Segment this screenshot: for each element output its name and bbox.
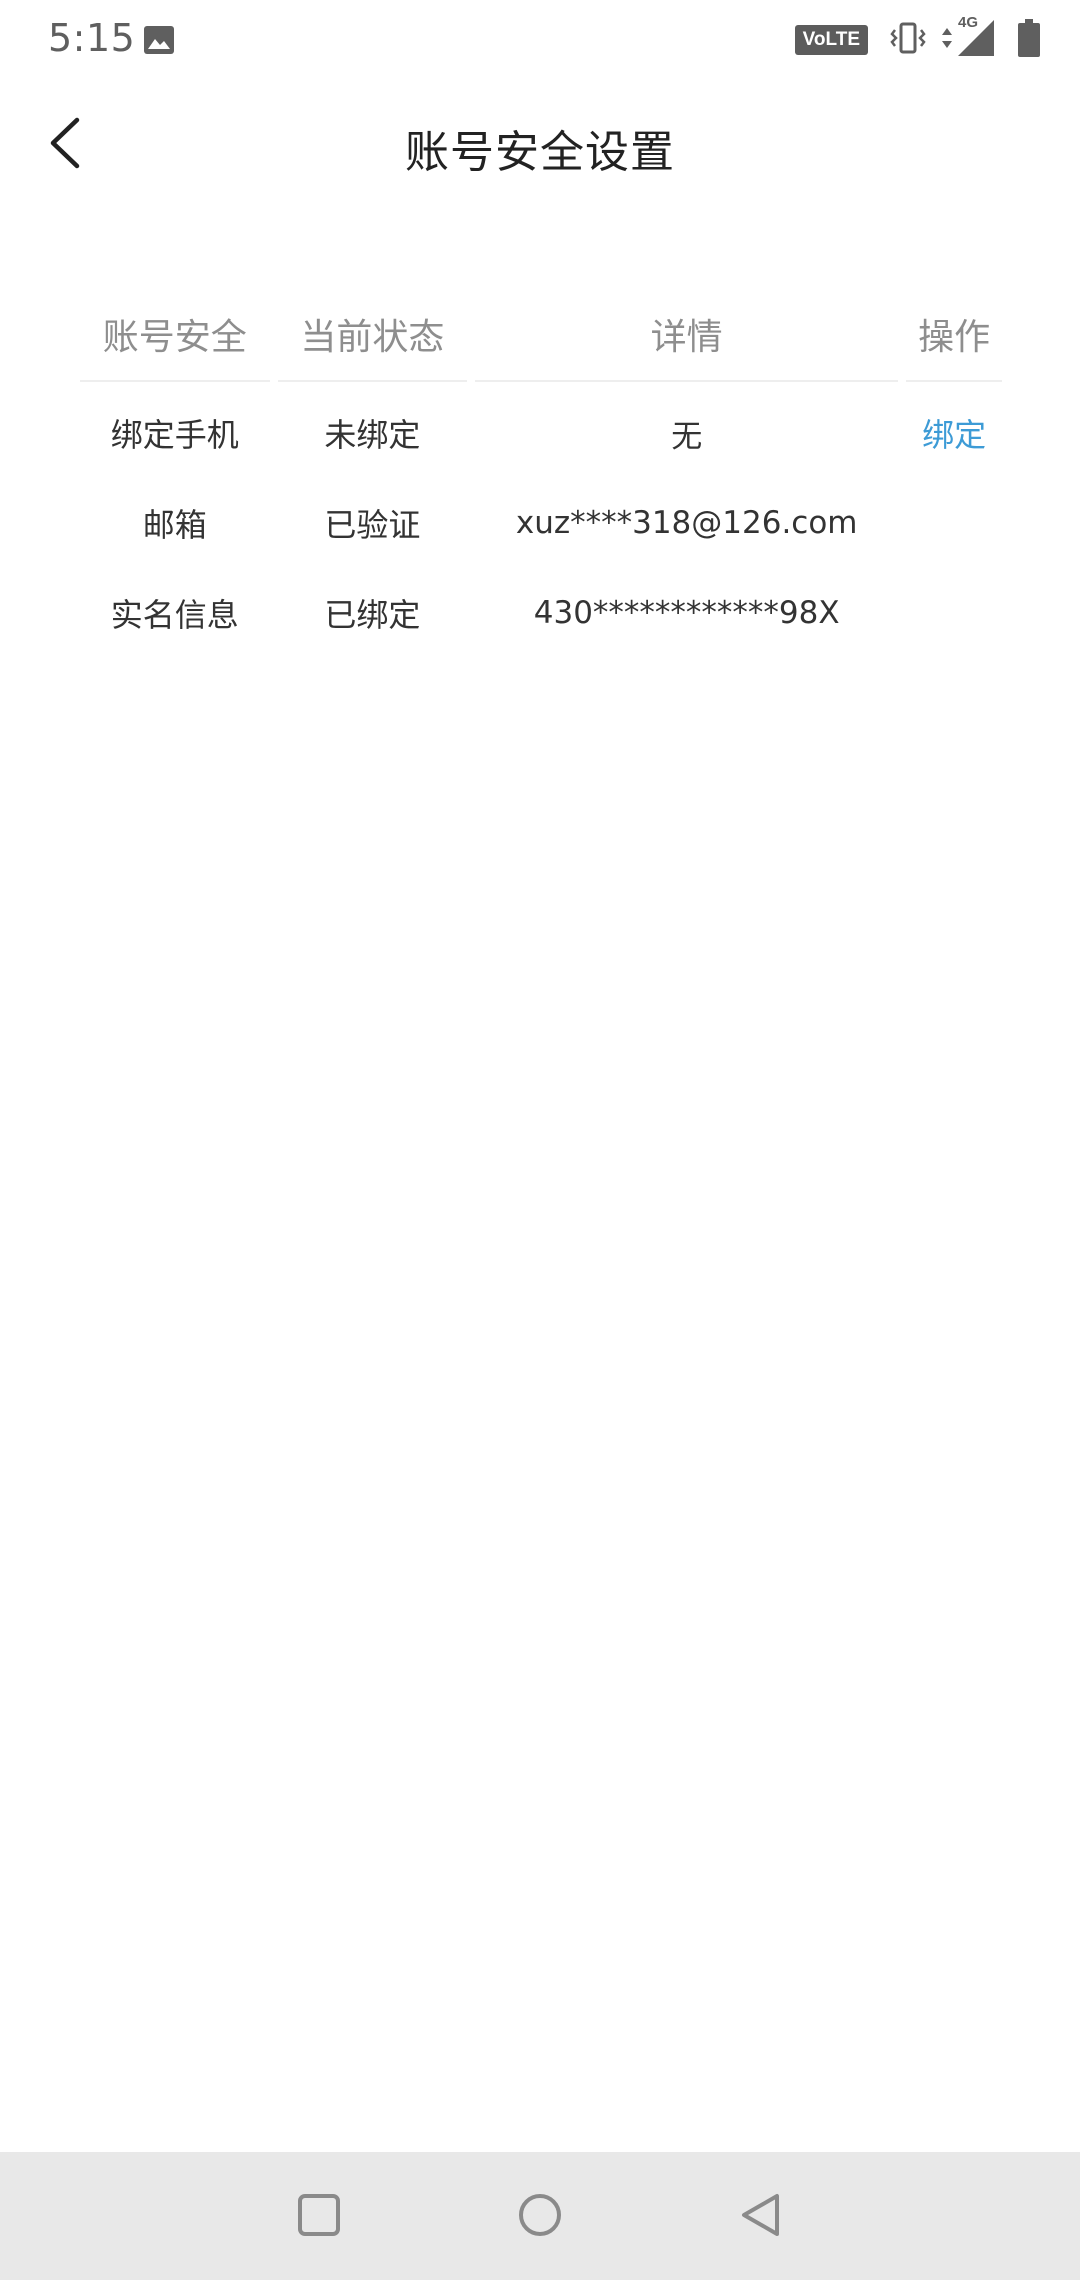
header: 账号安全设置 (0, 100, 1080, 190)
battery-icon (1018, 19, 1040, 61)
image-icon (144, 26, 174, 54)
volte-badge: VoLTE (794, 25, 868, 55)
row-item-label: 绑定手机 (110, 416, 239, 454)
home-button[interactable] (505, 2182, 575, 2252)
bind-phone-button[interactable]: 绑定 (906, 410, 1002, 456)
status-icons: VoLTE 4G (794, 14, 1040, 62)
table-row-email: 邮箱 已验证 xuz****318@126.com (80, 478, 1002, 568)
status-time: 5:15 (48, 16, 136, 60)
security-table: 账号安全 当前状态 详情 操作 绑定手机 未绑定 无 绑定 邮箱 已验证 xuz… (80, 302, 1002, 658)
row-item-label: 邮箱 (142, 506, 207, 544)
table-row-phone: 绑定手机 未绑定 无 绑定 (80, 388, 1002, 478)
network-type-label: 4G (958, 14, 979, 31)
circle-icon (516, 2191, 564, 2243)
row-status: 已绑定 (324, 596, 421, 634)
status-bar: 5:15 VoLTE 4G (0, 0, 1080, 82)
data-arrows-icon (940, 25, 954, 55)
row-detail: 无 (671, 418, 703, 455)
row-item-label: 实名信息 (110, 596, 239, 634)
row-status: 已验证 (324, 506, 421, 544)
screen: 5:15 VoLTE 4G 账号安全设置 账号安全 当前状态 详情 操作 绑定手… (0, 0, 1080, 2280)
row-status: 未绑定 (324, 416, 421, 454)
table-header: 账号安全 当前状态 详情 操作 (80, 302, 1002, 382)
vibrate-icon (890, 21, 926, 59)
row-detail: xuz****318@126.com (515, 505, 858, 541)
row-detail: 430************98X (533, 595, 840, 631)
recents-button[interactable] (284, 2182, 354, 2252)
nav-back-button[interactable] (726, 2182, 796, 2252)
column-header-action: 操作 (906, 302, 1002, 382)
square-icon (296, 2192, 342, 2242)
signal-icon: 4G (956, 14, 996, 62)
column-header-status: 当前状态 (277, 302, 468, 382)
table-row-realname: 实名信息 已绑定 430************98X (80, 568, 1002, 658)
page-title: 账号安全设置 (405, 127, 675, 178)
triangle-back-icon (737, 2191, 785, 2243)
column-header-detail: 详情 (475, 302, 899, 382)
navigation-bar (0, 2152, 1080, 2280)
column-header-item: 账号安全 (80, 302, 270, 382)
